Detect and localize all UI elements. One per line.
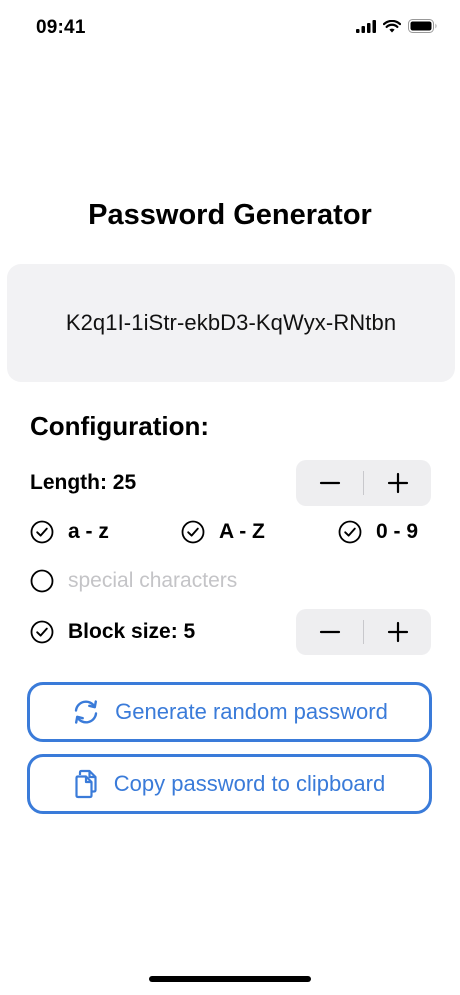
length-increment-button[interactable] <box>364 460 431 506</box>
battery-icon <box>408 19 437 33</box>
status-time: 09:41 <box>36 17 86 38</box>
checkmark-circle-icon <box>30 520 54 544</box>
checkmark-circle-icon <box>30 620 54 644</box>
minus-icon <box>319 630 340 634</box>
home-indicator[interactable] <box>149 976 311 982</box>
plus-icon <box>387 472 408 494</box>
checkmark-circle-icon <box>181 520 205 544</box>
option-lowercase-label: a - z <box>68 520 109 543</box>
block-size-increment-button[interactable] <box>364 609 431 655</box>
block-size-decrement-button[interactable] <box>296 609 363 655</box>
option-uppercase-label: A - Z <box>219 520 265 543</box>
copy-icon <box>75 769 97 799</box>
checkmark-circle-icon <box>338 520 362 544</box>
generate-password-label: Generate random password <box>115 699 388 724</box>
length-decrement-button[interactable] <box>296 460 363 506</box>
block-size-stepper <box>296 609 431 655</box>
generate-password-button[interactable]: Generate random password <box>27 682 432 742</box>
length-label: Length: 25 <box>30 471 137 494</box>
block-size-toggle[interactable]: Block size: 5 <box>30 620 195 644</box>
length-row: Length: 25 <box>30 460 431 506</box>
copy-password-button[interactable]: Copy password to clipboard <box>27 754 432 814</box>
option-digits-label: 0 - 9 <box>376 520 419 543</box>
copy-password-label: Copy password to clipboard <box>113 771 386 796</box>
cellular-signal-icon <box>356 19 376 33</box>
option-uppercase[interactable]: A - Z <box>181 520 265 544</box>
refresh-icon <box>74 700 98 724</box>
option-special-characters[interactable]: special characters <box>30 566 237 596</box>
block-size-row: Block size: 5 <box>30 609 431 655</box>
status-icons <box>356 19 438 33</box>
option-special-characters-label: special characters <box>68 569 238 592</box>
password-text: K2q1I-1iStr-ekbD3-KqWyx-RNtbn <box>65 310 397 335</box>
option-lowercase[interactable]: a - z <box>30 520 109 544</box>
plus-icon <box>387 621 408 643</box>
minus-icon <box>319 481 340 485</box>
wifi-icon <box>383 19 401 32</box>
configuration-heading: Configuration: <box>30 411 210 441</box>
status-bar: 09:41 <box>0 0 460 58</box>
empty-circle-icon <box>30 569 54 593</box>
password-display: K2q1I-1iStr-ekbD3-KqWyx-RNtbn <box>7 264 455 382</box>
block-size-label: Block size: 5 <box>68 620 196 643</box>
length-stepper <box>296 460 431 506</box>
page-title: Password Generator <box>88 199 372 231</box>
option-digits[interactable]: 0 - 9 <box>338 520 418 544</box>
charset-options: a - z A - Z 0 - 9 <box>30 520 431 550</box>
